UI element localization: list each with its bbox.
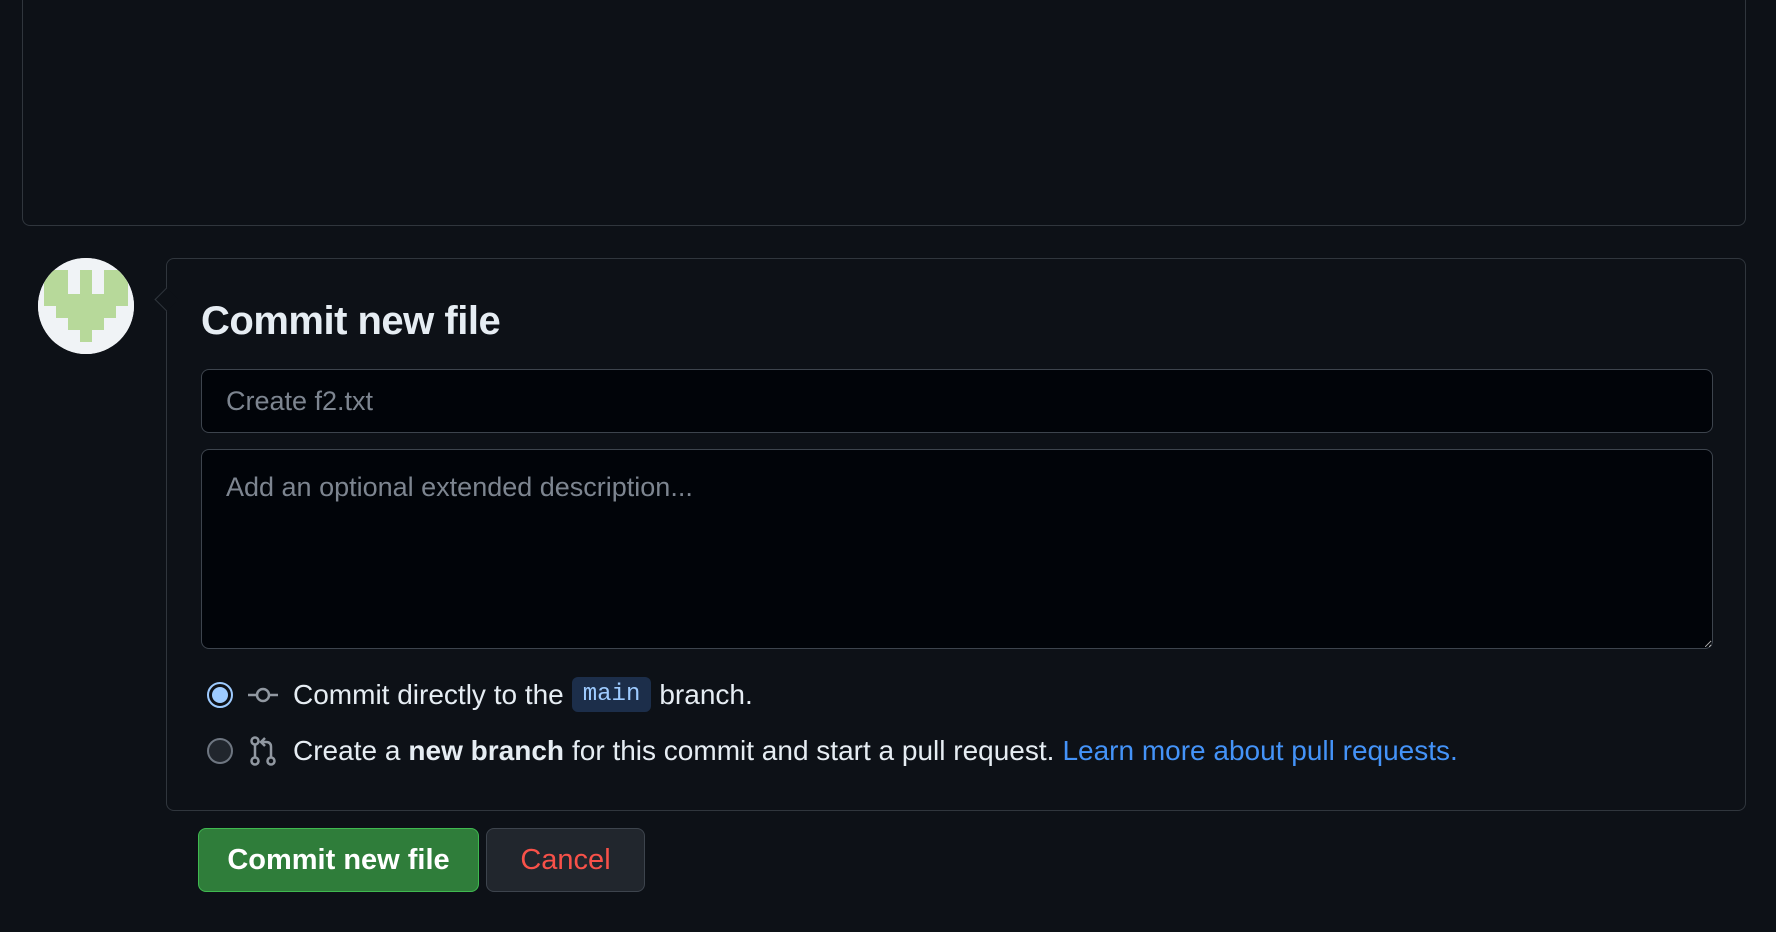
commit-direct-radio[interactable] [207, 681, 233, 708]
git-commit-icon [247, 679, 279, 711]
git-pull-request-icon [247, 735, 279, 767]
commit-direct-prefix: Commit directly to the [293, 678, 564, 710]
identicon-icon [38, 258, 134, 354]
panel-title: Commit new file [201, 299, 501, 343]
branch-name-badge: main [571, 677, 652, 712]
new-branch-option[interactable]: Create a new branch for this commit and … [207, 735, 1458, 767]
avatar [38, 258, 134, 354]
new-branch-prefix: Create a [293, 735, 401, 766]
new-branch-suffix: for this commit and start a pull request… [572, 735, 1055, 766]
commit-direct-suffix: branch. [659, 678, 753, 710]
commit-summary-input[interactable] [201, 369, 1713, 433]
learn-more-pull-requests-link[interactable]: Learn more about pull requests. [1062, 735, 1457, 767]
file-editor-area[interactable] [22, 0, 1746, 226]
commit-direct-option[interactable]: Commit directly to the main branch. [207, 677, 753, 712]
commit-description-input[interactable] [201, 449, 1713, 649]
commit-panel: Commit new file Commit directly to the m… [166, 258, 1746, 811]
commit-new-file-button[interactable]: Commit new file [198, 828, 479, 892]
new-branch-radio[interactable] [207, 738, 233, 764]
cancel-button[interactable]: Cancel [486, 828, 645, 892]
new-branch-bold: new branch [408, 735, 564, 766]
